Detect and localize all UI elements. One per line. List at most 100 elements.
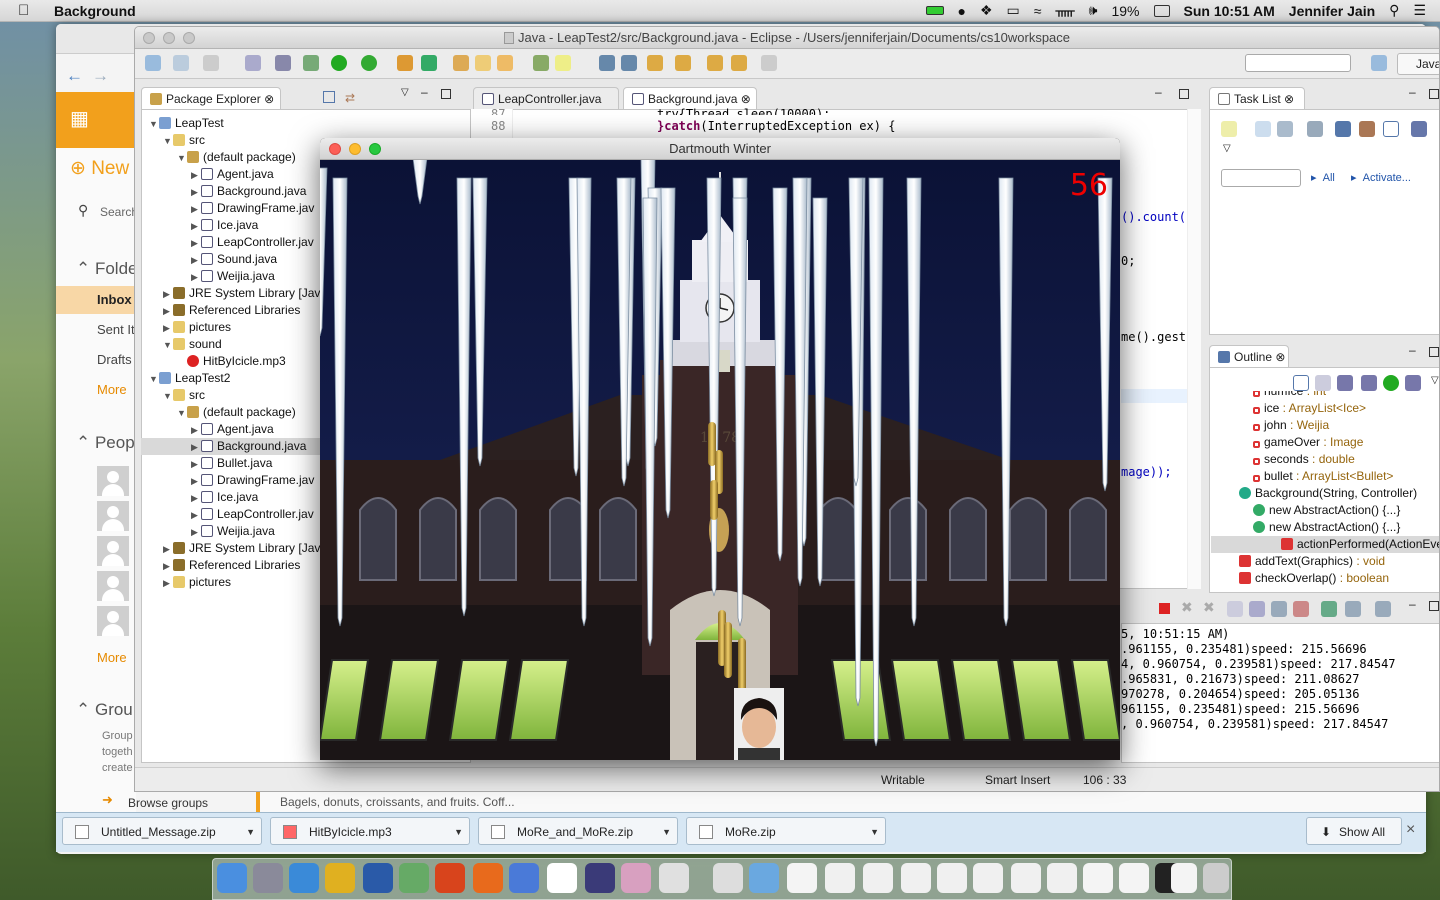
show-on-error-icon[interactable] [1293,601,1309,617]
focus-icon[interactable] [1335,121,1351,137]
collapsed-arrow-icon[interactable]: ▶ [191,269,201,286]
chrome-window-icon[interactable] [1047,863,1077,893]
pin-console-icon[interactable] [1321,601,1337,617]
collapsed-arrow-icon[interactable]: ▶ [191,218,201,235]
open-console-icon[interactable] [1375,601,1391,617]
open-perspective-icon[interactable] [1371,55,1387,71]
document-icon[interactable] [787,863,817,893]
new-mail-button[interactable]: ⊕ New [70,157,129,180]
tree-item[interactable]: ▼ (default package) [177,149,296,166]
maximize-view-icon[interactable] [1429,601,1439,611]
outline-item[interactable]: Background(String, Controller) [1239,485,1417,502]
hide-local-types-icon[interactable] [1405,375,1421,391]
categorized-icon[interactable] [1255,121,1271,137]
back-nav-icon[interactable] [731,55,747,71]
tree-item[interactable]: ▶ JRE System Library [Jav [163,285,320,302]
overview-ruler[interactable] [1187,109,1201,589]
code-snippet[interactable]: mage)); [1121,465,1172,479]
outline-item[interactable]: new AbstractAction() {...} [1253,519,1400,536]
tab-leapcontroller[interactable]: LeapController.java [473,87,619,109]
task-view-menu-icon[interactable]: ▽ [1223,143,1231,154]
synchronize-icon[interactable] [1359,121,1375,137]
evernote-icon[interactable]: ● [958,3,966,19]
clock[interactable]: Sun 10:51 AM [1184,3,1275,19]
collapsed-arrow-icon[interactable]: ▶ [163,558,173,575]
tree-item[interactable]: ▶ Agent.java [191,421,274,438]
close-button[interactable] [143,32,155,44]
hide-completed-icon[interactable] [1307,121,1323,137]
tree-item[interactable]: ▶ pictures [163,319,231,336]
folder-inbox[interactable]: Inbox [97,292,132,307]
task-repositories-icon[interactable] [1411,121,1427,137]
expanded-arrow-icon[interactable]: ▼ [177,150,187,167]
outline-menu-icon[interactable]: ▽ [1431,375,1439,386]
zoom-button[interactable] [369,143,381,155]
show-all-downloads-button[interactable]: ⬇ Show All [1306,817,1402,845]
avatar[interactable] [97,501,129,531]
chrome-icon[interactable] [325,863,355,893]
collapsed-arrow-icon[interactable]: ▶ [191,252,201,269]
new-icon[interactable] [145,55,161,71]
search-icon[interactable] [497,55,513,71]
people-more[interactable]: More [97,650,127,665]
expanded-arrow-icon[interactable]: ▼ [163,388,173,405]
chrome-window-icon[interactable] [1011,863,1041,893]
prev-annotation-icon[interactable] [675,55,691,71]
terminate-icon[interactable] [1159,603,1170,614]
word-icon[interactable] [363,863,393,893]
tree-item[interactable]: ▶ Sound.java [191,251,277,268]
close-icon[interactable]: ⊗ [1275,350,1285,364]
save-icon[interactable] [203,55,219,71]
new-class-icon[interactable] [421,55,437,71]
collapse-icon[interactable] [1383,121,1399,137]
avatar[interactable] [97,466,129,496]
folder-drafts[interactable]: Drafts [97,352,132,367]
tree-item[interactable]: ▶ LeapController.jav [191,234,314,251]
spotlight-icon[interactable]: ⚲ [1389,2,1399,19]
tree-item[interactable]: ▼ (default package) [177,404,296,421]
new-dropdown-icon[interactable] [173,55,189,71]
collapsed-arrow-icon[interactable]: ▶ [191,490,201,507]
tree-item[interactable]: ▼ src [163,132,205,149]
remove-all-icon[interactable]: ✖ [1203,599,1215,616]
preview-icon[interactable] [713,863,743,893]
battery-level-icon[interactable] [1153,4,1170,17]
tree-item[interactable]: ▶ Weijia.java [191,268,275,285]
tree-item[interactable]: ▶ Weijia.java [191,523,275,540]
maximize-view-icon[interactable] [1429,347,1439,357]
chrome-window-icon[interactable] [863,863,893,893]
hide-nonpublic-icon[interactable] [1383,375,1399,391]
task-activate[interactable]: ▸ Activate... [1351,171,1411,184]
java-icon[interactable] [659,863,689,893]
avatar[interactable] [97,536,129,566]
scroll-lock-icon[interactable] [1249,601,1265,617]
apple-icon[interactable]:  [18,2,40,19]
new-package-icon[interactable] [397,55,413,71]
close-icon[interactable]: ⊗ [264,92,274,106]
volume-icon[interactable]: 🕪 [1089,2,1098,19]
airplay-icon[interactable]: ▭ [1007,2,1020,19]
minimize-button[interactable] [349,143,361,155]
minimize-view-icon[interactable]: – [421,85,428,99]
active-app-name[interactable]: Background [54,3,136,19]
avatar[interactable] [97,571,129,601]
player-avatar[interactable] [734,688,784,760]
collapsed-arrow-icon[interactable]: ▶ [163,303,173,320]
collapsed-arrow-icon[interactable]: ▶ [191,167,201,184]
document-icon[interactable] [1119,863,1149,893]
back-icon[interactable]: ← [66,66,83,86]
search-icon[interactable]: ⚲ [78,202,88,219]
debug-icon[interactable] [303,55,319,71]
tree-item[interactable]: ▶ Background.java [141,438,321,455]
download-item[interactable]: Untitled_Message.zip ▼ [62,817,262,845]
folder-icon[interactable] [749,863,779,893]
calendar-icon[interactable] [547,863,577,893]
maximize-view-icon[interactable] [441,89,451,99]
skip-breakpoints-icon[interactable] [275,55,291,71]
tree-item[interactable]: ▶ DrawingFrame.jav [191,200,314,217]
print-icon[interactable] [245,55,261,71]
expanded-arrow-icon[interactable]: ▼ [149,116,159,133]
maximize-view-icon[interactable] [1429,89,1439,99]
grid-icon[interactable]: ▦ [70,108,92,130]
document-icon[interactable] [1171,863,1197,893]
